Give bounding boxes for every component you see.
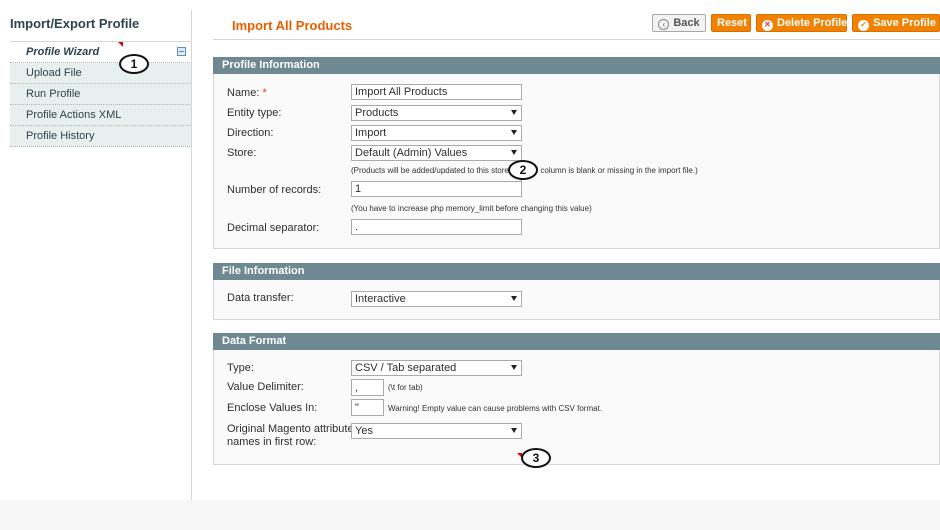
chevron-down-icon [511, 150, 517, 155]
page-title: Import All Products [232, 18, 353, 33]
sidebar-item-upload-file[interactable]: Upload File [10, 63, 192, 84]
save-button-label: Save Profile [873, 17, 936, 29]
sidebar-item-profile-wizard[interactable]: Profile Wizard [10, 42, 192, 63]
records-label: Number of records: [227, 184, 322, 196]
callout-1: 1 [119, 54, 149, 74]
original-attribute-label-line2: names in first row: [227, 436, 317, 448]
sidebar-item-label: Upload File [26, 67, 82, 79]
sidebar-item-label: Profile History [26, 130, 95, 142]
collapse-icon[interactable] [177, 47, 186, 56]
reset-button-label: Reset [717, 17, 747, 29]
footer-strip [0, 500, 940, 530]
store-select[interactable]: Default (Admin) Values [351, 145, 522, 161]
sidebar-item-run-profile[interactable]: Run Profile [10, 84, 192, 105]
data-transfer-select[interactable]: Interactive [351, 291, 522, 307]
value-delimiter-label: Value Delimiter: [227, 381, 304, 393]
direction-select[interactable]: Import [351, 125, 522, 141]
reset-button[interactable]: Reset [711, 14, 751, 32]
sidebar-nav: Profile Wizard Upload File Run Profile P… [10, 42, 192, 147]
sidebar-item-label: Profile Wizard [26, 46, 100, 58]
chevron-down-icon [511, 110, 517, 115]
name-label-text: Name: [227, 87, 260, 99]
type-value: CSV / Tab separated [355, 362, 457, 374]
original-attribute-value: Yes [355, 425, 373, 437]
name-input[interactable] [351, 84, 522, 100]
section-body: Data transfer: Interactive [213, 280, 940, 320]
header-divider [213, 39, 940, 40]
delete-profile-button[interactable]: ✕ Delete Profile [756, 14, 847, 32]
delete-icon: ✕ [762, 20, 773, 31]
decimal-separator-label: Decimal separator: [227, 222, 320, 234]
section-body: Name: * Entity type: Products Direction:… [213, 74, 940, 249]
profile-information-section: Profile Information Name: * Entity type:… [213, 57, 940, 249]
enclose-values-label: Enclose Values In: [227, 402, 318, 414]
section-heading: File Information [213, 263, 940, 280]
sidebar-title: Import/Export Profile [10, 10, 192, 42]
required-marker: * [262, 87, 267, 99]
original-attribute-select[interactable]: Yes [351, 423, 522, 439]
direction-label: Direction: [227, 127, 274, 139]
delimiter-note: (\t for tab) [388, 383, 423, 392]
chevron-down-icon [511, 296, 517, 301]
data-format-section: Data Format Type: CSV / Tab separated Va… [213, 333, 940, 465]
sidebar-item-profile-history[interactable]: Profile History [10, 126, 192, 147]
section-heading: Data Format [213, 333, 940, 350]
chevron-down-icon [511, 428, 517, 433]
entity-type-value: Products [355, 107, 399, 119]
section-heading: Profile Information [213, 57, 940, 74]
entity-type-label: Entity type: [227, 107, 282, 119]
type-select[interactable]: CSV / Tab separated [351, 360, 522, 376]
name-label: Name: * [227, 87, 267, 100]
direction-value: Import [355, 127, 387, 139]
sidebar-item-label: Profile Actions XML [26, 109, 122, 121]
original-attribute-label: Original Magento attribute names in firs… [227, 423, 354, 449]
save-check-icon: ✓ [858, 20, 869, 31]
records-input[interactable] [351, 181, 522, 197]
enclose-warning-note: Warning! Empty value can cause problems … [388, 404, 603, 413]
store-value: Default (Admin) Values [355, 147, 468, 159]
store-label: Store: [227, 147, 257, 159]
chevron-down-icon [511, 130, 517, 135]
file-information-section: File Information Data transfer: Interact… [213, 263, 940, 320]
entity-type-select[interactable]: Products [351, 105, 522, 121]
back-arrow-icon: ‹ [658, 19, 670, 30]
data-transfer-label: Data transfer: [227, 292, 294, 304]
sidebar-item-profile-actions-xml[interactable]: Profile Actions XML [10, 105, 192, 126]
chevron-down-icon [511, 365, 517, 370]
value-delimiter-input[interactable] [351, 379, 384, 396]
type-label: Type: [227, 362, 254, 374]
records-note: (You have to increase php memory_limit b… [351, 204, 592, 213]
back-button[interactable]: ‹ Back [652, 14, 706, 32]
changed-marker [118, 42, 123, 47]
callout-2: 2 [508, 160, 538, 180]
original-attribute-label-line1: Original Magento attribute [227, 423, 354, 435]
data-transfer-value: Interactive [355, 293, 406, 305]
enclose-values-input[interactable] [351, 399, 384, 416]
section-body: Type: CSV / Tab separated Value Delimite… [213, 350, 940, 465]
sidebar-divider [191, 10, 192, 500]
sidebar-item-label: Run Profile [26, 88, 81, 100]
back-button-label: Back [673, 17, 700, 29]
sidebar: Import/Export Profile Profile Wizard Upl… [10, 10, 192, 147]
save-profile-button[interactable]: ✓ Save Profile [852, 14, 940, 32]
decimal-separator-input[interactable] [351, 219, 522, 235]
delete-button-label: Delete Profile [777, 17, 848, 29]
callout-3: 3 [521, 448, 551, 468]
